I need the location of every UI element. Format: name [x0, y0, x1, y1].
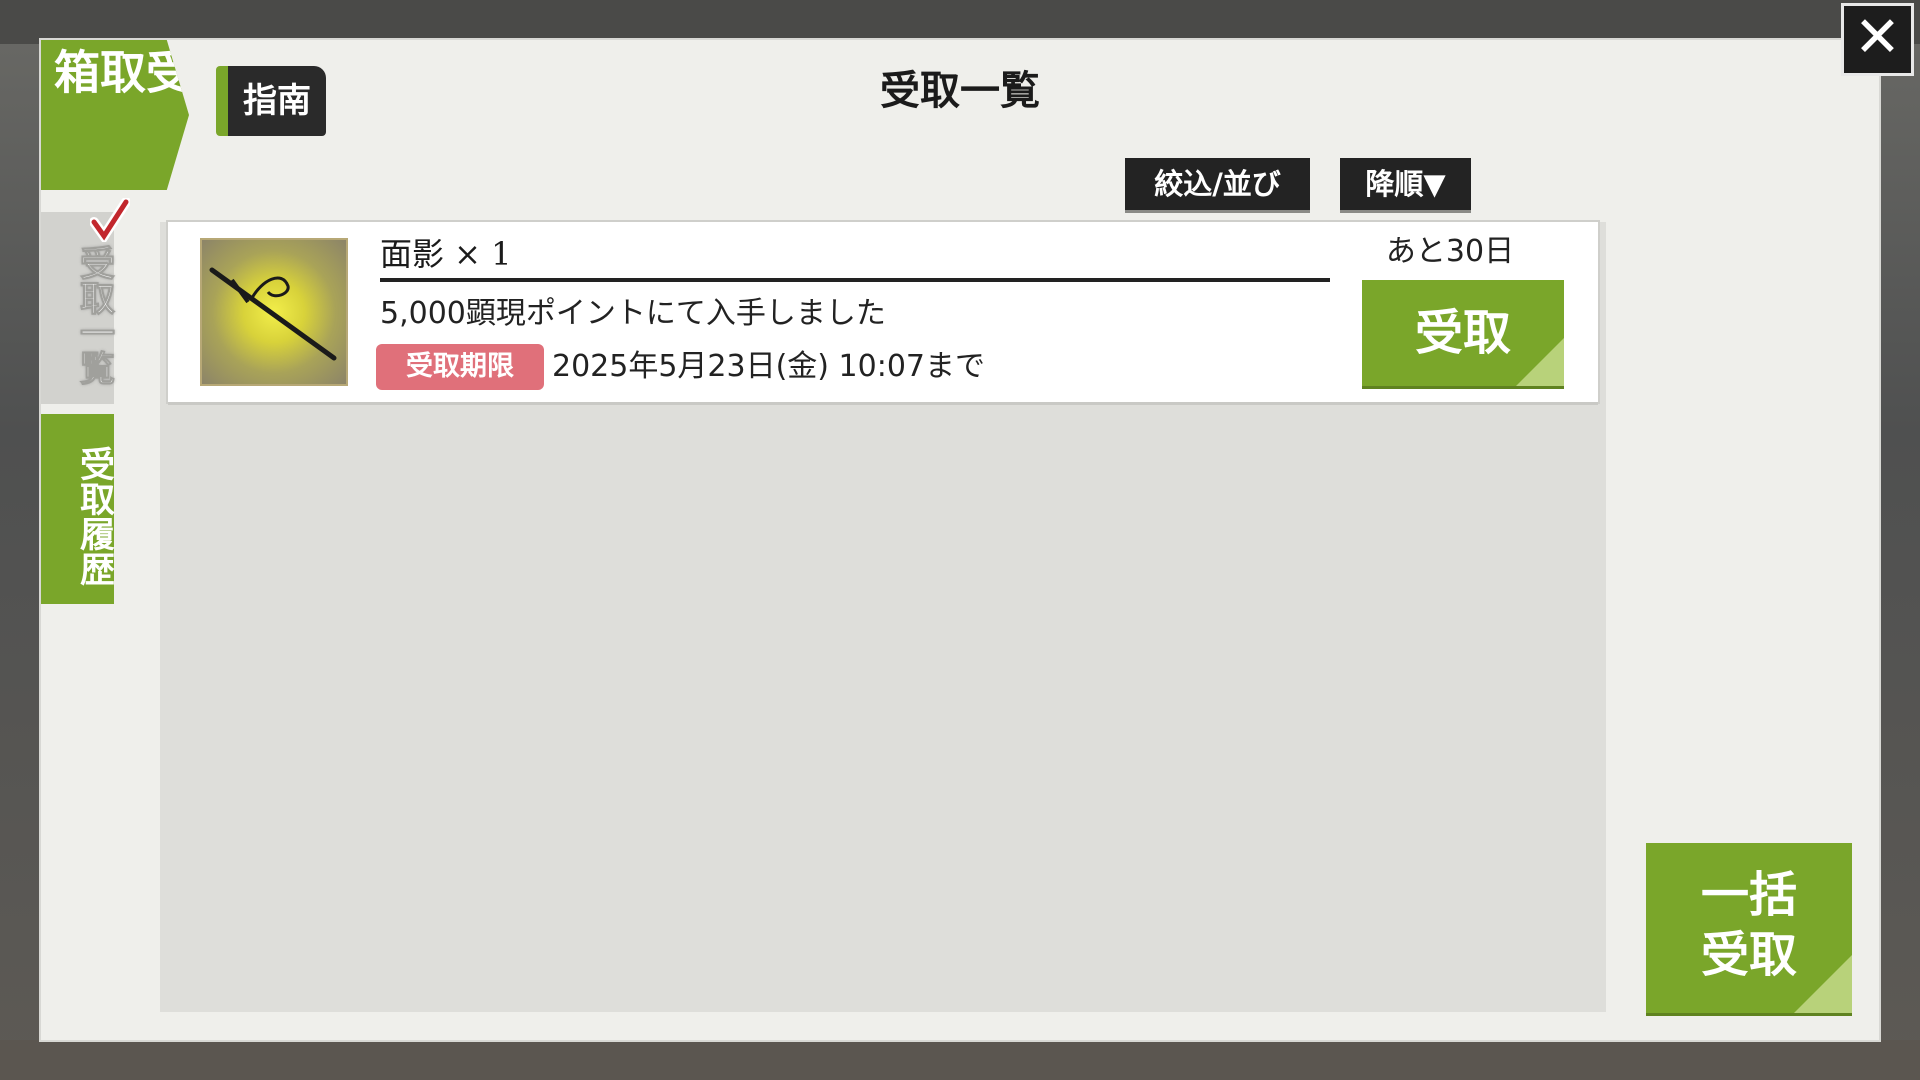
background-bottom	[0, 1040, 1920, 1080]
guide-button[interactable]: 指南	[216, 66, 326, 136]
bulk-receive-line1: 一括	[1700, 867, 1797, 923]
page-title: 受取一覧	[880, 67, 1040, 114]
receive-button[interactable]: 受取	[1362, 280, 1564, 386]
sort-order-button[interactable]: 降順▼	[1340, 158, 1471, 210]
item-description: 5,000顕現ポイントにて入手しました	[380, 296, 886, 331]
bulk-receive-button[interactable]: 一括 受取	[1646, 843, 1852, 1013]
check-icon	[90, 198, 130, 242]
deadline-text: 2025年5月23日(金) 10:07まで	[552, 349, 986, 384]
filter-sort-button[interactable]: 絞込/並び	[1125, 158, 1310, 210]
background-topbar	[0, 0, 1920, 44]
sword-icon	[209, 267, 337, 361]
section-title-char-2: 取	[93, 48, 147, 94]
section-title-char-3: 箱	[47, 48, 101, 94]
close-button[interactable]: ✕	[1841, 3, 1914, 76]
tab-receive-history-label: 受取履歴	[74, 446, 115, 586]
item-name: 面影 × 1	[380, 232, 1330, 282]
tab-receive-history[interactable]: 受取履歴	[41, 414, 115, 604]
item-thumbnail	[200, 238, 348, 386]
list-item: 面影 × 1 5,000顕現ポイントにて入手しました 受取期限 2025年5月2…	[168, 222, 1598, 402]
button-corner-decoration	[1794, 955, 1852, 1013]
button-corner-decoration	[1516, 338, 1564, 386]
deadline-badge: 受取期限	[376, 344, 544, 390]
receive-button-label: 受取	[1414, 305, 1511, 361]
inbox-section-flag: 受取箱	[41, 40, 189, 190]
remaining-days: あと30日	[1385, 234, 1515, 269]
tab-receive-list-label: 受取一覧	[74, 245, 116, 386]
